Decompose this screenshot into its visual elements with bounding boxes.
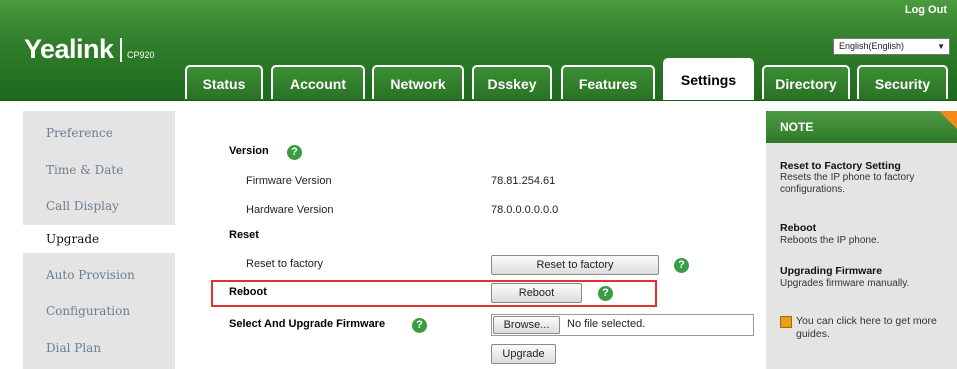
- language-select[interactable]: English(English) ▼: [833, 38, 950, 55]
- model-label: CP920: [127, 50, 155, 60]
- note-item-text: Upgrades firmware manually.: [780, 278, 910, 289]
- version-heading: Version: [229, 145, 269, 157]
- yealink-logo: Yealink: [24, 34, 114, 64]
- tab-dsskey[interactable]: Dsskey: [472, 65, 552, 99]
- sidebar: Preference Time & Date Call Display Upgr…: [23, 111, 175, 369]
- file-status-text: No file selected.: [567, 318, 646, 330]
- sidebar-item-auto-provision[interactable]: Auto Provision: [46, 268, 135, 282]
- guide-book-icon[interactable]: [780, 316, 792, 328]
- note-item-heading: Reboot: [780, 222, 817, 234]
- note-item-text: Reboots the IP phone.: [780, 235, 880, 246]
- hardware-version-label: Hardware Version: [246, 204, 334, 216]
- reset-to-factory-button[interactable]: Reset to factory: [491, 255, 659, 275]
- reboot-highlight-box: [211, 280, 657, 307]
- sidebar-item-time-date[interactable]: Time & Date: [46, 163, 123, 177]
- help-icon[interactable]: ?: [674, 258, 689, 273]
- reset-to-factory-label: Reset to factory: [246, 258, 324, 270]
- firmware-version-value: 78.81.254.61: [491, 175, 556, 187]
- tab-features[interactable]: Features: [561, 65, 655, 99]
- note-corner-decoration: [939, 111, 957, 129]
- note-title: NOTE: [780, 120, 814, 134]
- note-item-heading: Upgrading Firmware: [780, 265, 883, 277]
- logout-link[interactable]: Log Out: [905, 4, 947, 16]
- tab-network[interactable]: Network: [372, 65, 464, 99]
- top-header: Yealink CP920 Log Out English(English) ▼…: [0, 0, 957, 101]
- help-icon[interactable]: ?: [598, 286, 613, 301]
- sidebar-item-upgrade[interactable]: Upgrade: [23, 225, 175, 253]
- help-icon[interactable]: ?: [412, 318, 427, 333]
- sidebar-item-call-display[interactable]: Call Display: [46, 199, 119, 213]
- tab-settings[interactable]: Settings: [663, 58, 754, 100]
- browse-button[interactable]: Browse...: [493, 316, 560, 334]
- reset-heading: Reset: [229, 229, 259, 241]
- tab-account[interactable]: Account: [271, 65, 365, 99]
- sidebar-item-configuration[interactable]: Configuration: [46, 304, 130, 318]
- reboot-heading: Reboot: [229, 286, 267, 298]
- firmware-version-label: Firmware Version: [246, 175, 332, 187]
- tab-status[interactable]: Status: [185, 65, 263, 99]
- note-item-heading: Reset to Factory Setting: [780, 160, 901, 172]
- guide-link[interactable]: You can click here to get more guides.: [796, 315, 954, 341]
- logo-separator: [120, 38, 122, 62]
- upgrade-button[interactable]: Upgrade: [491, 344, 556, 364]
- sidebar-item-preference[interactable]: Preference: [46, 126, 113, 140]
- dropdown-arrow-icon: ▼: [937, 42, 945, 51]
- tab-directory[interactable]: Directory: [762, 65, 850, 99]
- reboot-button[interactable]: Reboot: [491, 283, 582, 303]
- hardware-version-value: 78.0.0.0.0.0.0: [491, 204, 559, 216]
- tab-security[interactable]: Security: [857, 65, 948, 99]
- sidebar-item-dial-plan[interactable]: Dial Plan: [46, 341, 101, 355]
- note-item-text: Resets the IP phone to factory configura…: [780, 172, 915, 195]
- upgrade-firmware-heading: Select And Upgrade Firmware: [229, 318, 386, 330]
- language-value: English(English): [839, 41, 905, 51]
- help-icon[interactable]: ?: [287, 145, 302, 160]
